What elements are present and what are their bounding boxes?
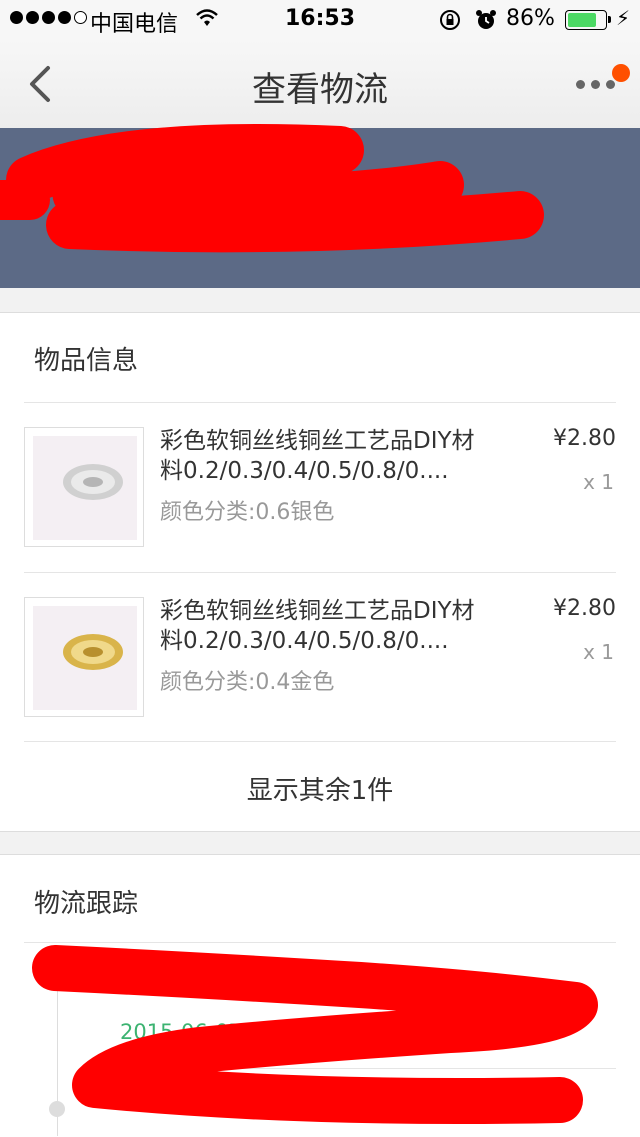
battery-percentage: 86% xyxy=(506,6,555,31)
item-price: ¥2.80 xyxy=(553,596,616,621)
item-price: ¥2.80 xyxy=(553,426,616,451)
goods-item[interactable]: 彩色软铜丝线铜丝工艺品DIY材料0.2/0.3/0.4/0.5/0.8/0...… xyxy=(24,572,616,742)
shipping-info-banner xyxy=(0,128,640,288)
divider xyxy=(24,741,616,742)
notification-badge xyxy=(612,64,630,82)
goods-item[interactable]: 彩色软铜丝线铜丝工艺品DIY材料0.2/0.3/0.4/0.5/0.8/0...… xyxy=(24,402,616,572)
product-thumbnail xyxy=(24,597,144,717)
item-quantity: x 1 xyxy=(583,640,614,664)
status-bar: 中国电信 16:53 86% ⚡ xyxy=(0,0,640,40)
charging-bolt-icon: ⚡ xyxy=(616,6,631,30)
timeline-dot xyxy=(49,1101,65,1117)
divider xyxy=(120,1068,616,1069)
item-sku: 颜色分类:0.6银色 xyxy=(160,500,335,525)
more-menu-button[interactable] xyxy=(576,80,615,89)
rotation-lock-icon xyxy=(440,10,460,30)
page-title: 查看物流 xyxy=(252,70,388,110)
item-title: 彩色软铜丝线铜丝工艺品DIY材料0.2/0.3/0.4/0.5/0.8/0...… xyxy=(160,428,475,484)
product-image xyxy=(33,436,137,540)
more-dot-icon xyxy=(606,80,615,89)
tracking-entry-time: 2015-06-07 14:38:21 xyxy=(120,1020,344,1044)
goods-section-title: 物品信息 xyxy=(34,346,139,376)
alarm-icon xyxy=(476,10,496,29)
more-dot-icon xyxy=(576,80,585,89)
show-more-button[interactable]: 显示其余1件 xyxy=(0,770,640,807)
more-dot-icon xyxy=(591,80,600,89)
item-sku: 颜色分类:0.4金色 xyxy=(160,670,335,695)
item-quantity: x 1 xyxy=(583,470,614,494)
product-thumbnail xyxy=(24,427,144,547)
divider xyxy=(24,942,616,943)
navigation-bar: 查看物流 xyxy=(0,40,640,128)
item-title: 彩色软铜丝线铜丝工艺品DIY材料0.2/0.3/0.4/0.5/0.8/0...… xyxy=(160,598,475,654)
battery-icon xyxy=(565,10,611,30)
tracking-section-title: 物流跟踪 xyxy=(34,889,139,919)
product-image xyxy=(33,606,137,710)
